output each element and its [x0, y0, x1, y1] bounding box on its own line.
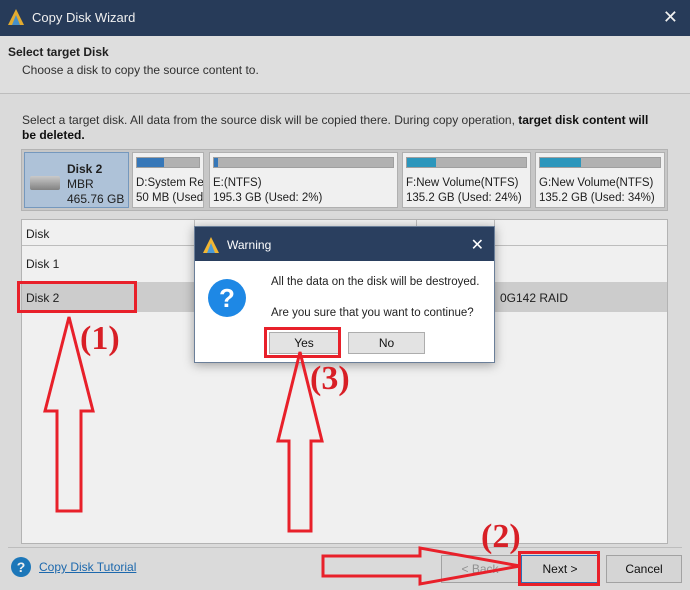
- annotation-step1: (1): [80, 320, 120, 357]
- cancel-button[interactable]: Cancel: [606, 555, 682, 583]
- disk-info-block[interactable]: Disk 2 MBR 465.76 GB: [24, 152, 129, 208]
- row-model: 0G142 RAID: [500, 291, 569, 305]
- usage-fill: [407, 158, 436, 167]
- instruction-plain: Select a target disk. All data from the …: [22, 113, 519, 127]
- highlight-yes: [264, 327, 341, 358]
- page-subtitle: Choose a disk to copy the source content…: [22, 63, 259, 77]
- column-header-disk[interactable]: Disk: [26, 227, 49, 241]
- partition-usage: 135.2 GB (Used: 24%): [406, 192, 522, 204]
- app-logo-icon: [203, 237, 219, 253]
- dialog-title: Warning: [227, 238, 272, 252]
- dialog-title-bar: Warning ✕: [195, 227, 494, 261]
- wizard-header: Select target Disk Choose a disk to copy…: [0, 36, 690, 94]
- usage-fill: [137, 158, 165, 167]
- help-icon[interactable]: ?: [11, 557, 31, 577]
- title-bar: Copy Disk Wizard ✕: [0, 0, 690, 36]
- back-button[interactable]: < Back: [441, 555, 519, 583]
- partition-block[interactable]: E:(NTFS) 195.3 GB (Used: 2%): [209, 152, 398, 208]
- question-icon: ?: [208, 279, 246, 317]
- warning-dialog: Warning ✕ ? All the data on the disk wil…: [194, 226, 495, 363]
- disk-type: MBR: [67, 177, 94, 191]
- usage-bar: [136, 157, 200, 168]
- close-icon[interactable]: ✕: [471, 235, 484, 255]
- dialog-question: Are you sure that you want to continue?: [271, 307, 474, 319]
- dialog-message: All the data on the disk will be destroy…: [271, 276, 480, 288]
- partition-label: D:System Res: [136, 177, 204, 189]
- annotation-step2: (2): [481, 518, 521, 555]
- close-icon[interactable]: ✕: [663, 7, 678, 28]
- annotation-step3: (3): [310, 360, 350, 397]
- partition-usage: 50 MB (Used:: [136, 192, 204, 204]
- row-disk: Disk 1: [26, 257, 60, 271]
- usage-fill: [540, 158, 581, 167]
- tutorial-link[interactable]: Copy Disk Tutorial: [39, 560, 136, 574]
- partition-block[interactable]: F:New Volume(NTFS) 135.2 GB (Used: 24%): [402, 152, 531, 208]
- page-title: Select target Disk: [8, 45, 109, 59]
- partition-usage: 195.3 GB (Used: 2%): [213, 192, 323, 204]
- footer-divider: [8, 547, 682, 548]
- highlight-next: [518, 551, 600, 586]
- app-logo-icon: [8, 9, 24, 25]
- instruction-text: Select a target disk. All data from the …: [22, 113, 662, 143]
- hard-drive-icon: [30, 176, 60, 190]
- partition-label: E:(NTFS): [213, 177, 262, 189]
- usage-bar: [213, 157, 394, 168]
- window-title: Copy Disk Wizard: [32, 10, 136, 25]
- usage-fill: [214, 158, 218, 167]
- partition-block[interactable]: G:New Volume(NTFS) 135.2 GB (Used: 34%): [535, 152, 665, 208]
- usage-bar: [406, 157, 527, 168]
- partition-label: F:New Volume(NTFS): [406, 177, 519, 189]
- highlight-disk2: [17, 281, 137, 313]
- partition-block[interactable]: D:System Res 50 MB (Used:: [132, 152, 204, 208]
- disk-name: Disk 2: [67, 162, 103, 176]
- usage-bar: [539, 157, 661, 168]
- disk-size: 465.76 GB: [67, 192, 125, 206]
- disk-map: Disk 2 MBR 465.76 GB D:System Res 50 MB …: [21, 149, 668, 211]
- partition-usage: 135.2 GB (Used: 34%): [539, 192, 655, 204]
- no-button[interactable]: No: [348, 332, 425, 354]
- partition-label: G:New Volume(NTFS): [539, 177, 654, 189]
